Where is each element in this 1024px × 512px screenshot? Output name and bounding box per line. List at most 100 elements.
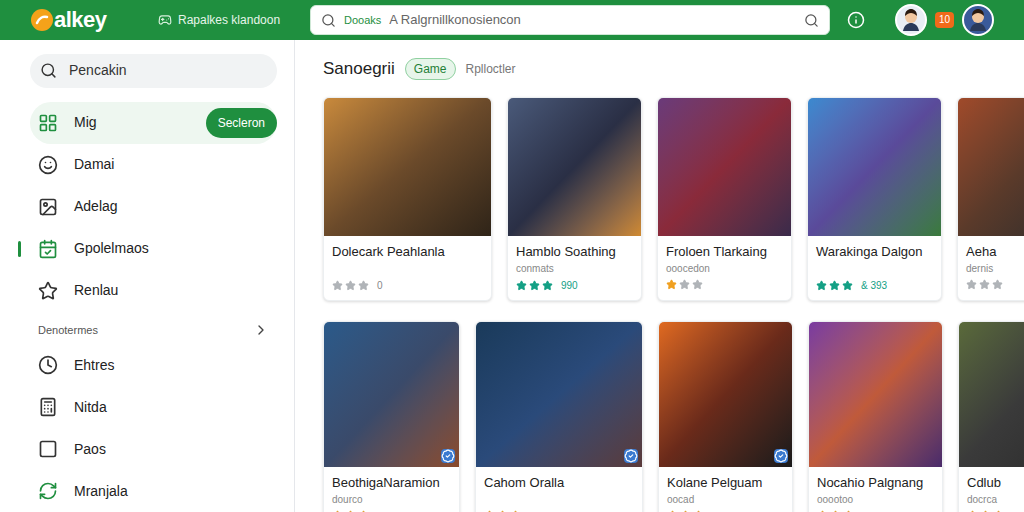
rating-count: & 393 [861, 279, 887, 292]
app-window: alkeyRapalkes klandoonDooaksA Ralgrnillk… [0, 0, 1024, 512]
game-title: Froloen Tlarkaing [666, 244, 783, 260]
star-icon [817, 510, 828, 512]
sidebar-item[interactable]: Paos [30, 428, 277, 470]
sidebar-item[interactable]: Ehtres [30, 344, 277, 386]
search-icon[interactable] [804, 13, 819, 28]
star-icon [830, 510, 841, 512]
star-icon [829, 280, 840, 291]
rating [966, 279, 1024, 290]
sidebar-item[interactable]: Adelag [30, 186, 277, 228]
game-title: Kolane Pelguam [667, 475, 784, 491]
game-art [324, 322, 459, 467]
search-field[interactable]: DooaksA Ralgrnillkonosiencon [310, 5, 830, 35]
game-art [658, 98, 791, 236]
game-subtitle: ooootoo [817, 493, 934, 506]
game-subtitle: dernis [966, 262, 1024, 275]
item-icon [38, 355, 58, 375]
item-icon [38, 281, 58, 301]
game-title: Aeha [966, 244, 1024, 260]
item-icon [38, 113, 58, 133]
filter-chip[interactable]: Rplloctler [466, 62, 516, 76]
game-card[interactable]: BeothigaNaramiondourco [323, 321, 460, 512]
game-card[interactable]: Warakinga Dalgon& 393 [807, 97, 942, 301]
profile-avatar[interactable] [962, 4, 994, 36]
game-title: Cdlub [967, 475, 1024, 491]
rating: 0 [332, 279, 483, 292]
section-title: Sanoegrii [323, 56, 395, 82]
item-icon [38, 197, 58, 217]
game-card[interactable]: Cahom Oralla [475, 321, 643, 512]
section-header[interactable]: Denotermes [30, 316, 277, 344]
sidebar-item[interactable]: Renlau [30, 270, 277, 312]
game-title: Nocahio Palgnang [817, 475, 934, 491]
star-icon [510, 510, 521, 512]
game-card[interactable]: Aeha dernis [957, 97, 1024, 301]
star-icon [842, 280, 853, 291]
game-card[interactable]: Dolecark Peahlanla0 [323, 97, 492, 301]
game-subtitle: docrca [967, 493, 1024, 506]
game-card[interactable]: Cdlub docrca [958, 321, 1024, 512]
star-icon [345, 510, 356, 512]
rating: & 393 [816, 279, 933, 292]
game-title: Cahom Oralla [484, 475, 634, 491]
game-subtitle: conmats [516, 262, 633, 275]
star-icon [516, 280, 527, 291]
chevron-icon [253, 322, 269, 338]
sidebar-item[interactable]: Mranjala [30, 470, 277, 512]
game-title: BeothigaNaramion [332, 475, 451, 491]
star-icon [980, 510, 991, 512]
rating [667, 510, 784, 512]
sidebar-item[interactable]: MigSecleron [30, 102, 277, 144]
game-card[interactable]: Nocahio Palgnang ooootoo [808, 321, 943, 512]
rating-count: 990 [561, 279, 578, 292]
item-icon [38, 155, 58, 175]
item-icon [38, 239, 58, 259]
game-title: Hamblo Soathing [516, 244, 633, 260]
game-subtitle: ooocedon [666, 262, 783, 275]
star-icon [332, 280, 343, 291]
gamepad-icon [158, 13, 172, 27]
notification-badge[interactable]: 10 [935, 12, 954, 28]
game-art [476, 322, 642, 467]
sidebar-item[interactable]: Damai [30, 144, 277, 186]
game-card[interactable]: Kolane Pelguamoocad [658, 321, 793, 512]
rating [967, 510, 1024, 512]
star-icon [358, 280, 369, 291]
filter-chip[interactable]: Game [405, 58, 456, 80]
item-action-button[interactable]: Secleron [206, 108, 277, 138]
star-icon [843, 510, 854, 512]
verified-icon [441, 449, 455, 463]
star-icon [484, 510, 495, 512]
star-icon [542, 280, 553, 291]
star-icon [679, 279, 690, 290]
star-icon [680, 510, 691, 512]
game-art [958, 98, 1024, 236]
logo[interactable]: alkey [30, 7, 158, 33]
game-art [959, 322, 1024, 467]
star-icon [529, 280, 540, 291]
current-marker [18, 241, 21, 257]
game-card[interactable]: Hamblo Soathing conmats 990 [507, 97, 642, 301]
top-bar: alkeyRapalkes klandoonDooaksA Ralgrnillk… [0, 0, 1024, 40]
star-icon [345, 280, 356, 291]
verified-icon [624, 449, 638, 463]
rating: 990 [516, 279, 633, 292]
item-icon [38, 481, 58, 501]
sidebar-item[interactable]: Nitda [30, 386, 277, 428]
sidebar-item[interactable]: Gpolelmaos [30, 228, 277, 270]
nav-link[interactable]: Rapalkes klandoon [158, 11, 310, 29]
game-card[interactable]: Froloen Tlarkaing ooocedon [657, 97, 792, 301]
user-avatar[interactable] [895, 4, 927, 36]
info-icon[interactable] [847, 11, 865, 29]
star-icon [692, 279, 703, 290]
star-icon [816, 280, 827, 291]
card-row: BeothigaNaramiondourco Cahom Oralla Kolane… [323, 321, 1024, 512]
star-icon [979, 279, 990, 290]
sidebar-search[interactable]: Pencakin [30, 54, 277, 88]
rating [332, 510, 451, 512]
sidebar: Pencakin MigSecleronDamaiAdelagGpolelmaos… [0, 40, 295, 512]
star-icon [966, 279, 977, 290]
card-row: Dolecark Peahlanla0 Hamblo Soathing conmat… [323, 97, 1024, 301]
